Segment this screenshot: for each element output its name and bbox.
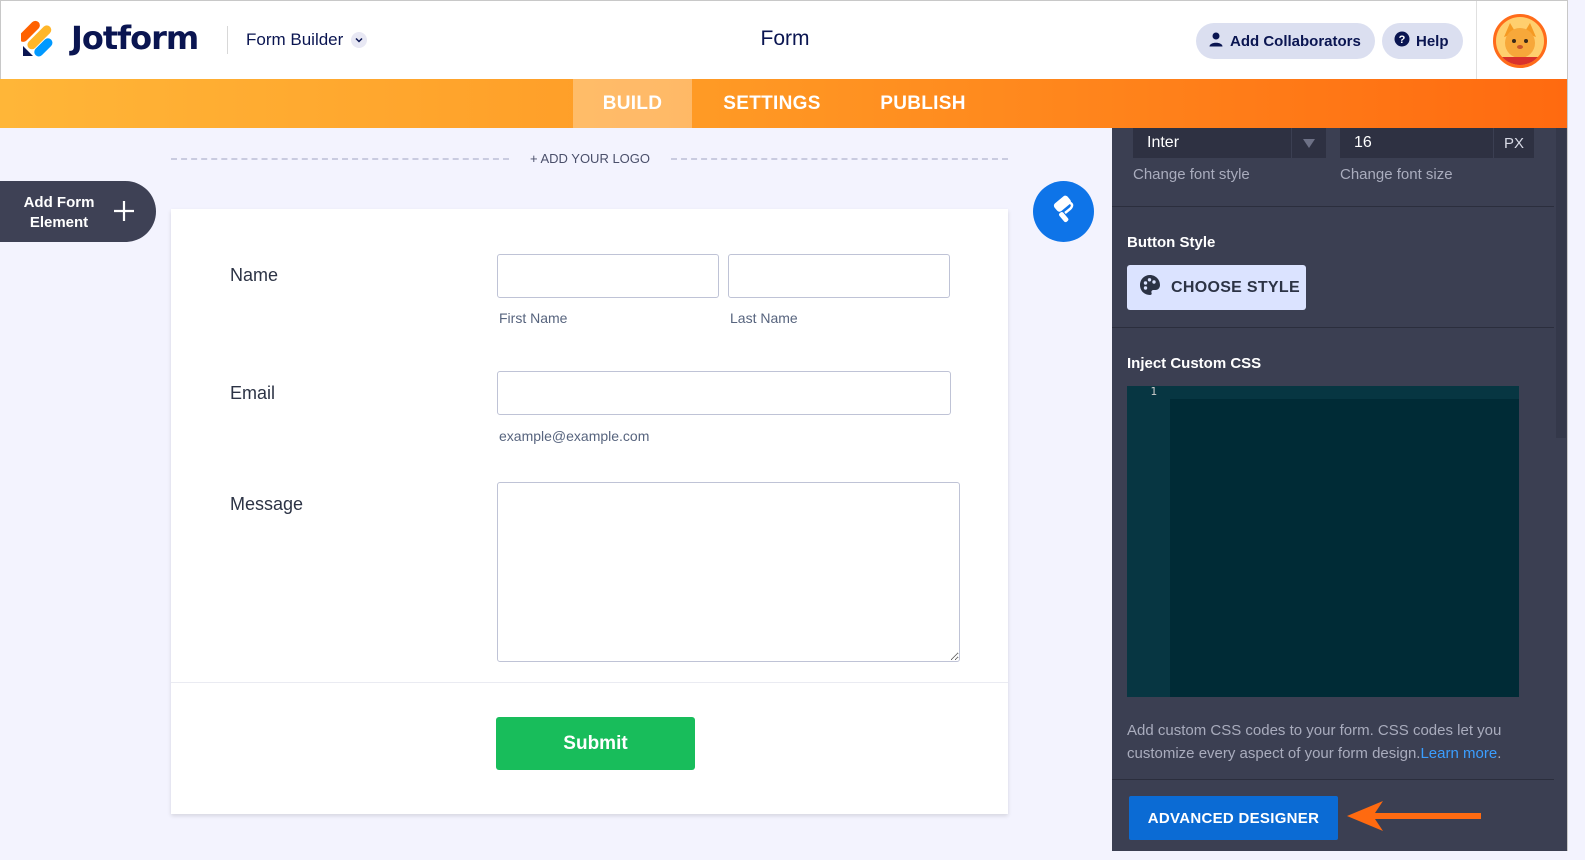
learn-more-link[interactable]: Learn more: [1420, 745, 1497, 762]
button-style-heading: Button Style: [1127, 234, 1216, 251]
font-style-value: Inter: [1147, 134, 1180, 151]
last-name-input[interactable]: [728, 254, 950, 298]
first-name-sublabel: First Name: [499, 310, 568, 326]
tab-publish[interactable]: PUBLISH: [858, 79, 988, 128]
advanced-designer-button[interactable]: ADVANCED DESIGNER: [1129, 796, 1338, 840]
submit-button[interactable]: Submit: [496, 717, 695, 770]
submit-divider: [171, 682, 1008, 683]
code-gutter: 1: [1127, 385, 1170, 697]
help-label: Help: [1416, 32, 1449, 50]
svg-text:?: ?: [1399, 34, 1406, 46]
panel-divider: [1112, 327, 1568, 328]
jotform-logo-icon: [18, 20, 57, 57]
logo-divider-left: [171, 158, 509, 160]
form-builder-dropdown[interactable]: Form Builder: [246, 30, 368, 50]
panel-divider: [1112, 206, 1568, 207]
font-style-select[interactable]: Inter: [1133, 128, 1326, 158]
tab-settings[interactable]: SETTINGS: [702, 79, 842, 128]
palette-icon: [1139, 274, 1161, 301]
jotform-logo[interactable]: Jotform: [18, 19, 199, 57]
user-icon: [1208, 31, 1224, 51]
add-form-element-label: Add Form Element: [14, 193, 104, 233]
panel-divider: [1112, 779, 1568, 780]
css-code-editor[interactable]: 1: [1127, 385, 1519, 697]
add-logo-link[interactable]: + ADD YOUR LOGO: [512, 151, 668, 166]
builder-nav-bar: BUILD SETTINGS PUBLISH: [0, 79, 1568, 128]
css-description: Add custom CSS codes to your form. CSS c…: [1127, 719, 1547, 765]
brand-name: Jotform: [71, 19, 199, 57]
email-input[interactable]: [497, 371, 951, 415]
header-divider-right: [1476, 1, 1477, 80]
plus-icon: [112, 194, 136, 230]
last-name-sublabel: Last Name: [730, 310, 798, 326]
add-form-element-button[interactable]: Add Form Element: [0, 181, 156, 242]
active-line-highlight: [1170, 386, 1519, 399]
message-textarea[interactable]: [497, 482, 960, 662]
add-form-element-label-line2: Element: [29, 214, 89, 231]
top-header: Jotform Form Builder Form Add Collaborat…: [0, 0, 1568, 80]
line-number: 1: [1150, 385, 1157, 398]
font-style-caption: Change font style: [1133, 166, 1250, 183]
css-description-end: .: [1497, 745, 1502, 762]
paint-roller-icon: [1048, 193, 1080, 230]
font-size-unit: PX: [1494, 128, 1534, 158]
form-card: Name First Name Last Name Email example@…: [171, 209, 1008, 814]
form-designer-button[interactable]: [1033, 181, 1094, 242]
window-edge: [1567, 0, 1568, 851]
annotation-arrow-icon: [1345, 799, 1485, 838]
choose-style-label: CHOOSE STYLE: [1171, 278, 1300, 296]
first-name-input[interactable]: [497, 254, 719, 298]
add-collaborators-label: Add Collaborators: [1230, 32, 1361, 50]
logo-divider-right: [671, 158, 1008, 160]
question-circle-icon: ?: [1394, 31, 1410, 51]
panel-scrollbar-thumb[interactable]: [1556, 128, 1566, 438]
font-size-input[interactable]: 16: [1340, 128, 1493, 158]
help-button[interactable]: ? Help: [1382, 23, 1463, 59]
email-field-label: Email: [230, 383, 276, 403]
tab-build[interactable]: BUILD: [573, 79, 692, 128]
font-size-value: 16: [1354, 134, 1372, 151]
header-divider: [227, 26, 228, 54]
designer-panel: Inter Change font style 16 PX Change fon…: [1112, 128, 1568, 851]
avatar[interactable]: [1493, 14, 1547, 68]
message-field-label: Message: [230, 494, 304, 514]
choose-style-button[interactable]: CHOOSE STYLE: [1127, 265, 1306, 310]
email-sublabel: example@example.com: [499, 428, 650, 444]
form-builder-label: Form Builder: [246, 30, 344, 49]
inject-css-heading: Inject Custom CSS: [1127, 355, 1262, 372]
caret-down-icon: [1291, 128, 1326, 158]
name-field-label: Name: [230, 265, 279, 285]
font-size-caption: Change font size: [1340, 166, 1453, 183]
add-form-element-label-line1: Add Form: [23, 194, 95, 211]
chevron-down-icon: [351, 32, 368, 48]
add-collaborators-button[interactable]: Add Collaborators: [1196, 23, 1375, 59]
